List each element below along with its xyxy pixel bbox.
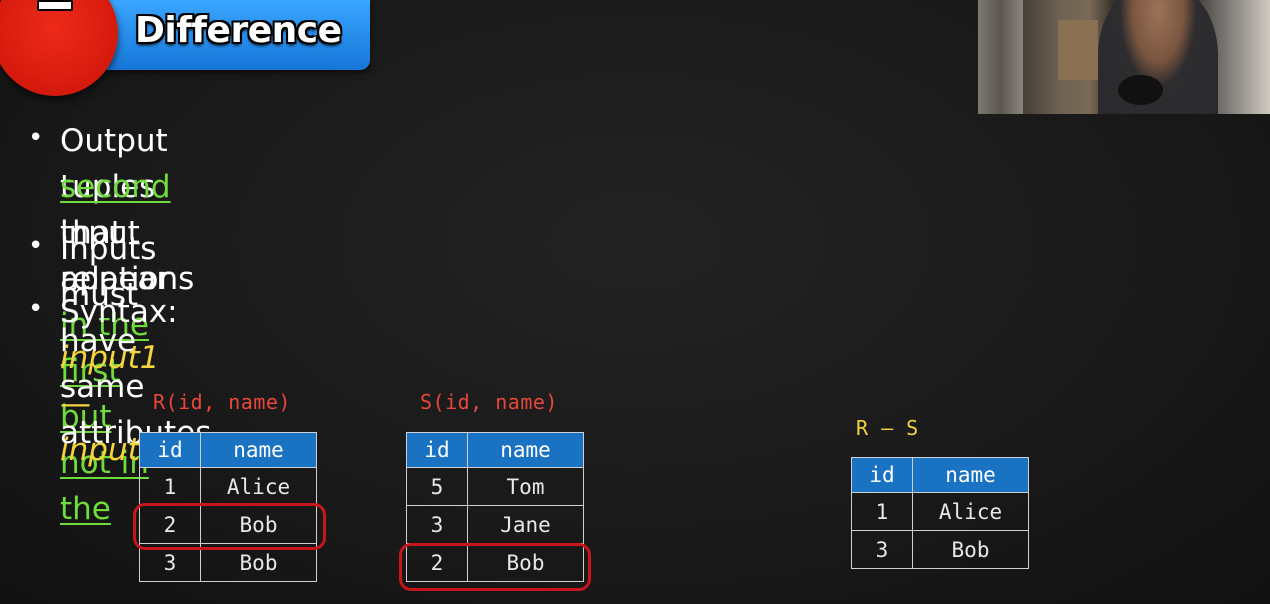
highlight-ring-s-bob (399, 543, 591, 591)
cell-name: Tom (467, 467, 584, 506)
cell-id: 3 (851, 530, 913, 569)
cell-name: Alice (912, 492, 1029, 531)
table-row: 1 Alice (851, 492, 1029, 531)
webcam-background-fridge (978, 0, 1023, 114)
column-header-name: name (912, 457, 1029, 493)
cell-id: 5 (406, 467, 468, 506)
bullet-icon: • (28, 294, 44, 324)
column-header-id: id (406, 432, 468, 468)
table-row: 5 Tom (406, 467, 584, 506)
table-row: 1 Alice (139, 467, 317, 506)
column-header-name: name (467, 432, 584, 468)
highlight-ring-r-bob (133, 503, 326, 550)
syntax-label: Syntax: (60, 294, 178, 330)
presenter-webcam (978, 0, 1270, 114)
cell-id: 3 (406, 505, 468, 544)
slide-title: Difference (135, 10, 342, 51)
table-r-caption: R(id, name) (153, 390, 291, 414)
microphone (1118, 75, 1163, 105)
table-header-row: id name (406, 432, 584, 468)
highlighted-phrase: second (60, 169, 171, 205)
column-header-name: name (200, 432, 317, 468)
cell-id: 1 (851, 492, 913, 531)
table-header-row: id name (139, 432, 317, 468)
cell-name: Alice (200, 467, 317, 506)
table-result: id name 1 Alice 3 Bob (851, 457, 1029, 569)
table-s-caption: S(id, name) (420, 390, 558, 414)
table-row: 3 Jane (406, 505, 584, 544)
result-caption: R — S (856, 416, 919, 440)
column-header-id: id (139, 432, 201, 468)
cell-name: Bob (912, 530, 1029, 569)
difference-badge (0, 0, 118, 96)
bullet-icon: • (28, 231, 44, 261)
table-row: 3 Bob (851, 530, 1029, 569)
minus-icon (37, 0, 73, 11)
cell-id: 1 (139, 467, 201, 506)
column-header-id: id (851, 457, 913, 493)
table-header-row: id name (851, 457, 1029, 493)
bullet-icon: • (28, 123, 44, 153)
cell-name: Jane (467, 505, 584, 544)
webcam-background-cabinet (1058, 20, 1098, 80)
